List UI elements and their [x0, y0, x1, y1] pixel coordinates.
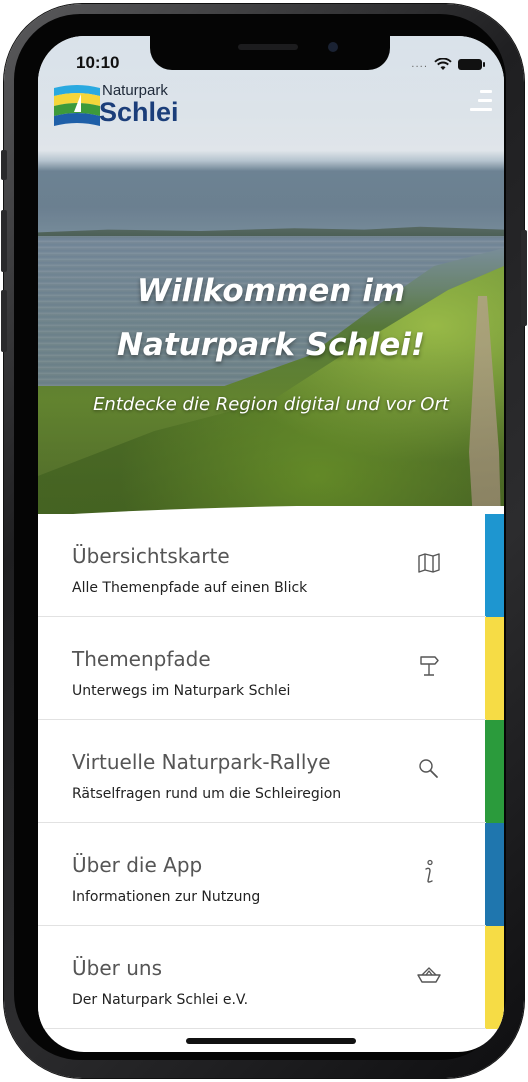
signal-icon: ....: [411, 59, 428, 70]
menu-item-ueber-uns[interactable]: Über uns Der Naturpark Schlei e.V.: [38, 926, 504, 1029]
color-bar: [485, 514, 504, 617]
hamburger-menu-button[interactable]: [466, 88, 492, 114]
menu-item-ueber-die-app[interactable]: Über die App Informationen zur Nutzung: [38, 823, 504, 926]
menu-line: [480, 90, 492, 93]
hero-title-line2: Naturpark Schlei!: [116, 327, 426, 363]
menu-item-subtitle: Informationen zur Nutzung: [72, 889, 261, 905]
wifi-icon: [434, 58, 452, 70]
home-indicator[interactable]: [186, 1038, 356, 1044]
menu-item-title: Über die App: [72, 853, 203, 877]
color-bar: [485, 823, 504, 926]
menu-item-subtitle: Rätselfragen rund um die Schleiregion: [72, 786, 342, 802]
info-icon: [416, 859, 442, 885]
paper-boat-icon: [416, 962, 442, 988]
status-icons: ....: [411, 58, 485, 71]
menu-item-title: Themenpfade: [72, 647, 211, 671]
menu-line: [478, 99, 492, 102]
status-time: 10:10: [76, 53, 120, 72]
menu-item-subtitle: Unterwegs im Naturpark Schlei: [72, 683, 291, 699]
menu-item-title: Über uns: [72, 956, 162, 980]
magnifier-icon: [416, 756, 442, 782]
notch: [150, 36, 390, 70]
map-icon: [416, 550, 442, 576]
color-bar: [485, 617, 504, 720]
menu-item-themenpfade[interactable]: Themenpfade Unterwegs im Naturpark Schle…: [38, 617, 504, 720]
menu-item-uebersichtskarte[interactable]: Übersichtskarte Alle Themenpfade auf ein…: [38, 514, 504, 617]
logo-flag-icon: [54, 85, 100, 126]
menu-item-title: Virtuelle Naturpark-Rallye: [72, 750, 331, 774]
color-bar: [485, 926, 504, 1029]
naturpark-logo[interactable]: Naturpark Schlei: [54, 82, 194, 132]
camera: [328, 42, 338, 52]
hero-title-line1: Willkommen im: [136, 273, 406, 309]
side-button: [1, 150, 7, 180]
menu-line: [470, 108, 492, 111]
menu-item-title: Übersichtskarte: [72, 544, 230, 568]
divider: [38, 1028, 486, 1029]
side-button: [1, 210, 7, 272]
app-screen: 10:10 .... Naturpark Schlei Willkommen i…: [38, 36, 504, 1052]
menu-item-rallye[interactable]: Virtuelle Naturpark-Rallye Rätselfragen …: [38, 720, 504, 823]
side-button: [1, 290, 7, 352]
menu-item-subtitle: Der Naturpark Schlei e.V.: [72, 992, 249, 1008]
battery-icon: [458, 59, 485, 70]
side-button: [521, 230, 527, 326]
signpost-icon: [416, 653, 442, 679]
hero-subtitle: Entdecke die Region digital und vor Ort: [93, 394, 449, 415]
speaker: [238, 44, 298, 50]
color-bar: [485, 720, 504, 823]
logo-text-big: Schlei: [99, 97, 179, 127]
menu-item-subtitle: Alle Themenpfade auf einen Blick: [72, 580, 308, 596]
